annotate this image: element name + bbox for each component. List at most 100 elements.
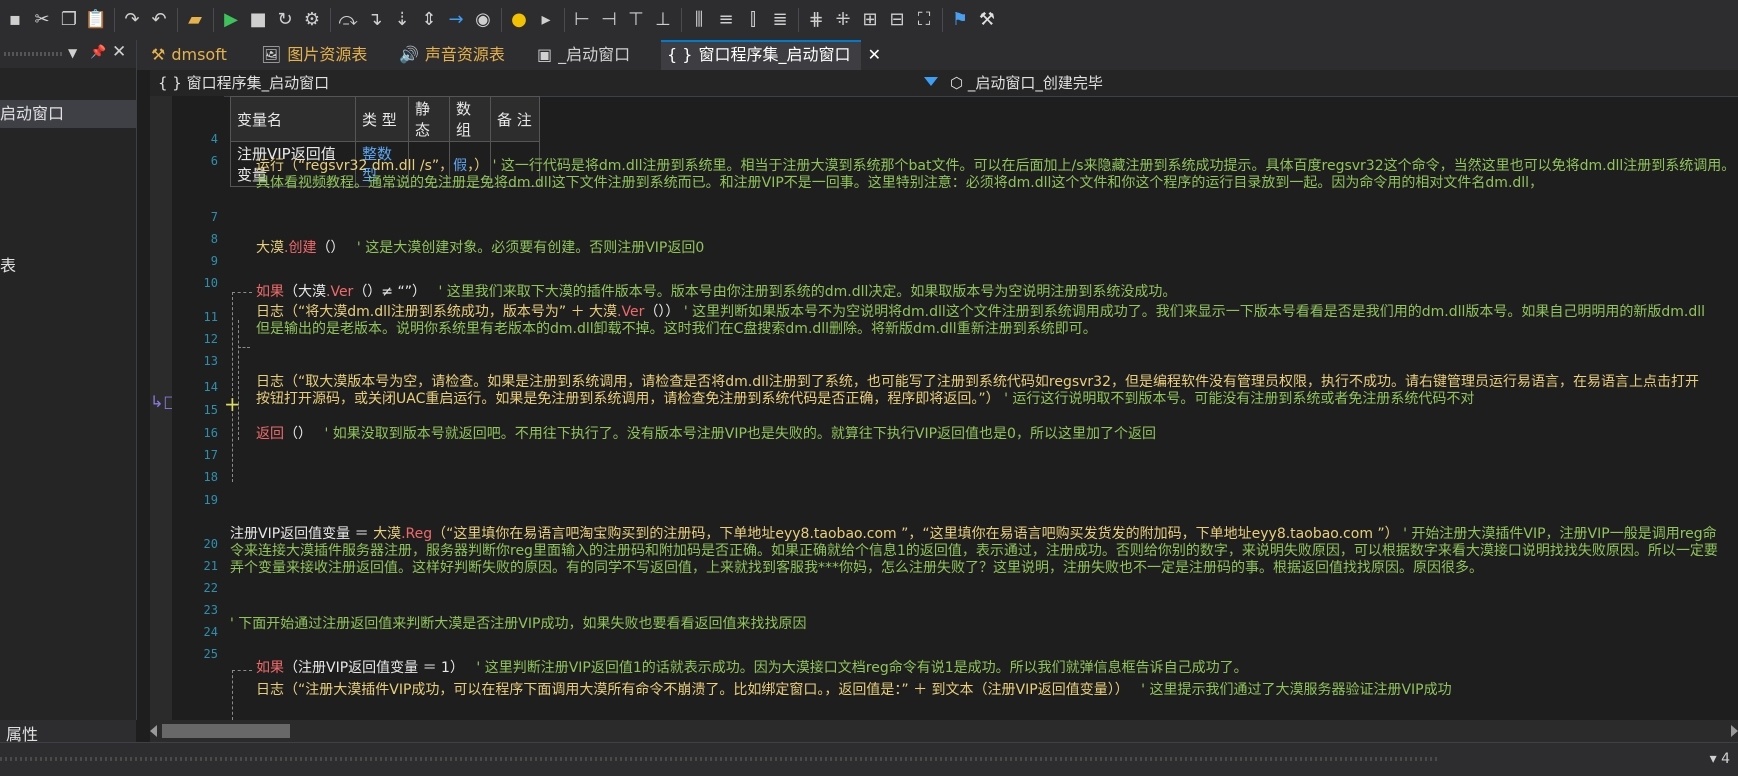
restart-icon[interactable]: ↻ [274,9,296,31]
tab-dmsoft[interactable]: ⚒ dmsoft [147,40,251,70]
panel-grip[interactable] [4,52,64,56]
code-line-7[interactable]: 大漠.创建（） ' 这是大漠创建对象。必须要有创建。否则注册VIP返回0 [256,240,704,257]
code-line-21[interactable]: ' 下面开始通过注册返回值来判断大漠是否注册VIP成功，如果失败也要看看返回值来… [230,616,806,633]
step-down-icon[interactable]: ⇣ [391,9,413,31]
hint-bulb-icon[interactable]: ● [508,9,530,31]
flow-line [232,292,252,293]
tab-sound-resources[interactable]: 🔊 声音资源表 [399,40,527,70]
space-h-icon[interactable]: ⋕ [805,9,827,31]
code-run-call: 运行（“regsvr32 dm.dll /s”， [256,158,454,174]
pin-icon[interactable]: 📌 [90,45,106,60]
space-v-icon[interactable]: ⁜ [832,9,854,31]
toolbar-separator [681,8,682,32]
line-number: 18 [203,470,218,484]
line-number: 11 [203,310,218,324]
code-paren: （） [316,240,345,256]
line-number: 21 [203,559,218,573]
braces-icon: { } [667,45,693,64]
code-keyword-if: 如果 [256,284,284,300]
dmsoft-icon: ⚒ [151,45,166,64]
tab-label: 声音资源表 [424,45,505,64]
open-folder-icon[interactable]: ▰ [184,9,206,31]
fullscreen-icon[interactable]: ⛶ [913,9,935,31]
line-number: 12 [203,332,218,346]
center-h-icon[interactable]: ≡ [715,9,737,31]
copy-icon[interactable]: ❐ [58,9,80,31]
run-icon[interactable]: ▶ [220,9,242,31]
method-selector[interactable]: ⬡ _启动窗口_创建完毕 [950,70,1103,96]
undo-icon[interactable]: ↶ [148,9,170,31]
align-bottom-icon[interactable]: ⊥ [652,9,674,31]
code-line-9[interactable]: 如果（大漠.Ver（）≠ “”） ' 这里我们来取下大漠的插件版本号。版本号由你… [256,284,1176,301]
line-numbers: 4 6 7 8 9 10 11 12 13 14 15 16 17 18 19 20 21 22 23 24 25 [172,96,224,720]
align-top-icon[interactable]: ⊤ [625,9,647,31]
code-log-call: 日志 [256,374,284,390]
close-panel-icon[interactable]: ✕ [112,42,126,62]
step-both-icon[interactable]: ⇕ [418,9,440,31]
same-height-icon[interactable]: ⊟ [886,9,908,31]
code-editor[interactable]: 变量名 类 型 静态 数组 备 注 注册VIP返回值变量 整数型 运行（“reg… [224,96,1738,720]
tree-item-table[interactable]: 表 [0,252,136,280]
scroll-thumb[interactable] [162,724,290,738]
dropdown-arrow-icon[interactable] [924,77,938,86]
align-right-icon[interactable]: ⊣ [598,9,620,31]
bookmark-icon[interactable]: ▸ [535,9,557,31]
compile-icon[interactable]: ⚙ [301,9,323,31]
panel-menu-icon[interactable]: ▼ [68,46,77,60]
code-keyword-return: 返回 [256,426,284,442]
magic-wand-icon[interactable]: ⚑ [949,9,971,31]
scroll-right-icon[interactable] [1731,725,1738,737]
step-into-icon[interactable]: ↴ [364,9,386,31]
tab-image-resources[interactable]: 🖼 图片资源表 [261,40,389,70]
stop-icon[interactable]: ■ [247,9,269,31]
left-panel-header: ▼ 📌 ✕ [0,40,136,68]
code-expr: （注册VIP返回值变量 ＝ 1） [284,660,464,676]
tab-label: _启动窗口 [558,45,631,64]
jump-icon[interactable]: → [445,9,467,31]
speaker-icon: 🔊 [399,45,419,64]
distribute-h-icon[interactable]: ⫼ [688,9,710,31]
code-false-literal: 假 [453,158,468,174]
code-method: .Ver [617,304,645,320]
same-width-icon[interactable]: ⊞ [859,9,881,31]
tools-icon[interactable]: ⚒ [976,9,998,31]
save-icon[interactable]: ▪ [4,9,26,31]
step-over-icon[interactable]: ⤼ [337,9,359,31]
code-line-19[interactable]: 注册VIP返回值变量 ＝ 大漠.Reg（“这里填你在易语言吧淘宝购买到的注册码，… [230,526,1730,577]
align-left-icon[interactable]: ⊢ [571,9,593,31]
code-line-23[interactable]: 如果（注册VIP返回值变量 ＝ 1） ' 这里判断注册VIP返回值1的话就表示成… [256,660,1248,677]
close-tab-icon[interactable]: ✕ [868,45,881,64]
code-paren: （） [284,426,312,442]
code-navbar: { } 窗口程序集_启动窗口 ⬡ _启动窗口_创建完毕 [150,70,1738,97]
code-line-15[interactable]: 返回（） ' 如果没取到版本号就返回吧。不用往下执行了。没有版本号注册VIP也是… [256,426,1156,443]
flow-line [232,670,252,671]
code-line-24[interactable]: 日志（“注册大漠插件VIP成功，可以在程序下面调用大漠所有命令不崩溃了。比如绑定… [256,682,1452,699]
code-line-13[interactable]: 日志（“取大漠版本号为空，请检查。如果是注册到系统调用，请检查是否将dm.dll… [256,374,1712,408]
tree-item-startup-window[interactable]: 启动窗口 [0,100,136,128]
toolbar: ▪ ✂ ❐ 📋 ↷ ↶ ▰ ▶ ■ ↻ ⚙ ⤼ ↴ ⇣ ⇕ → ◉ ● ▸ ⊢ ⊣ ⊤ ⊥ ⫼ ≡ ⫿ ≣ ⋕ ⁜ ⊞ ⊟ ⛶ ⚑ ⚒ [0,0,1738,41]
flow-line [232,670,233,720]
code-line-10[interactable]: 日志（“将大漠dm.dll注册到系统成功，版本号为” ＋ 大漠.Ver（）） '… [256,304,1712,338]
code-comment: ' 下面开始通过注册返回值来判断大漠是否注册VIP成功，如果失败也要看看返回值来… [230,616,807,632]
line-number: 24 [203,625,218,639]
breakpoint-icon[interactable]: ◉ [472,9,494,31]
code-expr: （“注册大漠插件VIP成功，可以在程序下面调用大漠所有命令不崩溃了。比如绑定窗口… [284,682,1129,698]
distribute-v-icon[interactable]: ⫿ [742,9,764,31]
scroll-left-icon[interactable] [150,725,157,737]
tab-window-assembly[interactable]: { } 窗口程序集_启动窗口 ✕ [661,40,881,70]
code-log-call: 日志 [256,682,284,698]
horizontal-scrollbar[interactable] [150,720,1738,742]
line-number: 22 [203,581,218,595]
class-selector[interactable]: { } 窗口程序集_启动窗口 [150,70,798,96]
paste-icon[interactable]: 📋 [85,9,107,31]
toolbar-separator [942,8,943,32]
code-expr: （“取大漠版本号为空，请检查。如果是注册到系统调用，请检查是否将dm.dll注册… [256,374,1699,407]
redo-icon[interactable]: ↷ [121,9,143,31]
toolbar-separator [213,8,214,32]
status-indicator[interactable]: ▾ 4 [1710,751,1730,767]
center-v-icon[interactable]: ≣ [769,9,791,31]
cut-icon[interactable]: ✂ [31,9,53,31]
code-line-6[interactable]: 运行（“regsvr32 dm.dll /s”，假，） ' 这一行代码是将dm.… [256,158,1736,192]
line-number: 16 [203,426,218,440]
tab-startup-window[interactable]: ▣ _启动窗口 [537,40,647,70]
